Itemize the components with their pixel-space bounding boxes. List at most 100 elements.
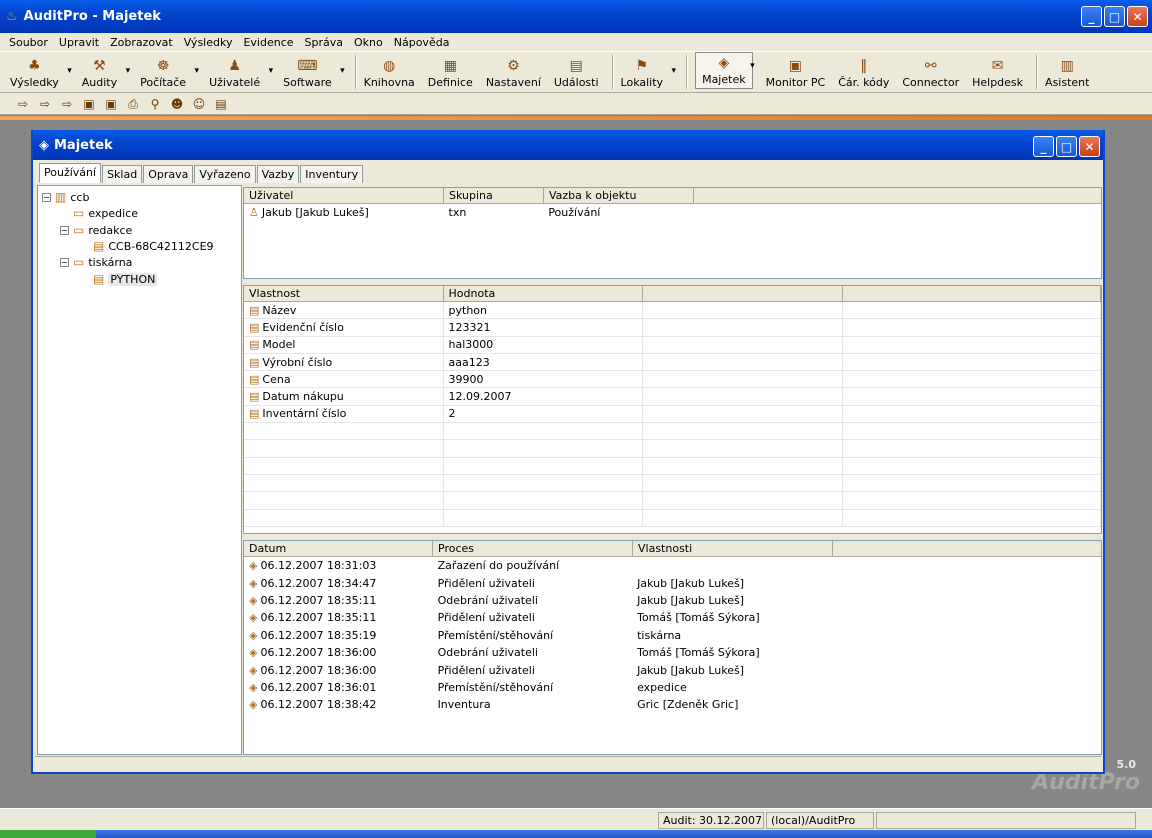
tab-Sklad[interactable]: Sklad <box>102 165 143 183</box>
start-button[interactable] <box>0 830 96 838</box>
users-row[interactable]: ♙ Jakub [Jakub Lukeš] txn Používání <box>244 204 1101 221</box>
toolbar-button-Počítače[interactable]: ☸ Počítače <box>140 58 199 89</box>
history-row[interactable]: ◈ 06.12.2007 18:35:11 Přidělení uživateli T… <box>244 609 1101 626</box>
cell: Přemístění/stěhování <box>433 629 633 642</box>
toolbar-button-Connector[interactable]: ⚯ Connector <box>902 58 959 89</box>
maximize-button[interactable]: □ <box>1104 6 1125 27</box>
props-row[interactable]: ▤ Cena 39900 <box>244 371 1101 389</box>
cell: Zařazení do používání <box>433 559 633 572</box>
props-row[interactable]: ▤ Model hal3000 <box>244 336 1101 354</box>
tab-Používání[interactable]: Používání <box>39 163 102 183</box>
move-asset-icon[interactable]: ⇨ <box>58 96 76 112</box>
toolbar-button-Helpdesk[interactable]: ✉ Helpdesk <box>972 58 1023 89</box>
cell <box>643 423 843 440</box>
calendar2-icon[interactable]: ▣ <box>102 96 120 112</box>
tree-node[interactable]: ▤ CCB-68C42112CE9 <box>80 239 214 253</box>
tree-node[interactable]: − ▭ redakce <box>60 223 132 237</box>
history-row[interactable]: ◈ 06.12.2007 18:38:42 Inventura Gric [Zdeně… <box>244 696 1101 713</box>
toolbar-button-Definice[interactable]: ▦ Definice <box>428 58 473 89</box>
cell <box>444 492 644 509</box>
close-button[interactable]: ✕ <box>1127 6 1148 27</box>
folder-icon: ▭ <box>73 255 85 269</box>
tab-Vazby[interactable]: Vazby <box>256 165 300 183</box>
column-header[interactable]: Skupina <box>444 188 544 203</box>
tab-Vyřazeno[interactable]: Vyřazeno <box>194 165 256 183</box>
toolbar-button-Audity[interactable]: ⚒ Audity <box>82 58 131 89</box>
history-row[interactable]: ◈ 06.12.2007 18:36:00 Přidělení uživateli J… <box>244 661 1101 678</box>
menu-item[interactable]: Nápověda <box>394 36 450 49</box>
history-asset-icon: ◈ <box>249 559 258 573</box>
child-maximize-button[interactable]: □ <box>1056 136 1077 157</box>
menu-item[interactable]: Evidence <box>243 36 293 49</box>
toolbar-button-Výsledky[interactable]: ♣ Výsledky <box>10 58 72 89</box>
expand-toggle[interactable]: − <box>60 225 69 235</box>
menu-item[interactable]: Soubor <box>9 36 48 49</box>
column-header[interactable] <box>643 286 843 301</box>
history-row[interactable]: ◈ 06.12.2007 18:31:03 Zařazení do používán… <box>244 557 1101 574</box>
report-icon[interactable]: ▤ <box>212 96 230 112</box>
tree-node[interactable]: ▤ PYTHON <box>80 272 158 286</box>
new-asset-icon[interactable]: ⇨ <box>14 96 32 112</box>
tree-label: PYTHON <box>108 272 158 286</box>
props-row[interactable]: ▤ Datum nákupu 12.09.2007 <box>244 388 1101 406</box>
history-row[interactable]: ◈ 06.12.2007 18:34:47 Přidělení uživateli J… <box>244 574 1101 591</box>
toolbar-button-Knihovna[interactable]: ◍ Knihovna <box>364 58 415 89</box>
print-icon[interactable]: ⎙ <box>124 96 142 112</box>
column-header[interactable]: Vlastnosti <box>633 541 833 556</box>
column-header[interactable]: Datum <box>244 541 433 556</box>
cell: ♙ Jakub [Jakub Lukeš] <box>244 206 444 219</box>
toolbar-button-Události[interactable]: ▤ Události <box>554 58 599 89</box>
column-header[interactable]: Uživatel <box>244 188 444 203</box>
users-filter-icon[interactable]: ☻ <box>168 96 186 112</box>
history-row[interactable]: ◈ 06.12.2007 18:35:11 Odebrání uživateli Ja… <box>244 592 1101 609</box>
column-header[interactable]: Vazba k objektu <box>544 188 694 203</box>
props-row[interactable]: ▤ Evidenční číslo 123321 <box>244 319 1101 337</box>
toolbar-button-Majetek[interactable]: ◈ Majetek <box>695 52 754 89</box>
column-header[interactable]: Hodnota <box>444 286 644 301</box>
toolbar-button-Monitor PC[interactable]: ▣ Monitor PC <box>766 58 826 89</box>
edit-asset-icon[interactable]: ⇨ <box>36 96 54 112</box>
column-header[interactable]: Vlastnost <box>244 286 444 301</box>
toolbar-button-Asistent[interactable]: ▥ Asistent <box>1045 58 1089 89</box>
tab-Oprava[interactable]: Oprava <box>143 165 194 183</box>
cell: ▤ Cena <box>244 371 444 388</box>
toolbar-button-Uživatelé[interactable]: ♟ Uživatelé <box>209 58 273 89</box>
menu-item[interactable]: Upravit <box>59 36 99 49</box>
toolbar-button-Lokality[interactable]: ⚑ Lokality <box>621 58 676 89</box>
property-icon: ▤ <box>249 372 260 386</box>
cell-text: Tomáš [Tomáš Sýkora] <box>637 646 760 660</box>
tree-node[interactable]: − ▭ tiskárna <box>60 255 132 269</box>
monitor-icon: ▣ <box>788 58 803 74</box>
cell <box>244 423 444 440</box>
menu-item[interactable]: Zobrazovat <box>110 36 173 49</box>
cell <box>843 423 1101 440</box>
tree-label: CCB-68C42112CE9 <box>108 239 214 253</box>
minimize-button[interactable]: _ <box>1081 6 1102 27</box>
history-row[interactable]: ◈ 06.12.2007 18:36:01 Přemístění/stěhování… <box>244 679 1101 696</box>
tab-Inventury[interactable]: Inventury <box>300 165 364 183</box>
expand-toggle[interactable]: − <box>42 192 51 202</box>
history-row[interactable]: ◈ 06.12.2007 18:35:19 Přemístění/stěhování… <box>244 627 1101 644</box>
toolbar-button-Čár. kódy[interactable]: ‖ Čár. kódy <box>838 58 889 89</box>
calendar-icon[interactable]: ▣ <box>80 96 98 112</box>
tree-node[interactable]: − ▥ ccb <box>42 190 89 204</box>
menu-item[interactable]: Výsledky <box>184 36 233 49</box>
props-row[interactable]: ▤ Výrobní číslo aaa123 <box>244 353 1101 372</box>
child-close-button[interactable]: ✕ <box>1079 136 1100 157</box>
column-header[interactable] <box>843 286 1101 301</box>
menu-item[interactable]: Okno <box>354 36 383 49</box>
menu-item[interactable]: Správa <box>305 36 343 49</box>
search-icon[interactable]: ⚲ <box>146 96 164 112</box>
cell-text: 39900 <box>448 372 484 386</box>
history-row[interactable]: ◈ 06.12.2007 18:36:00 Odebrání uživateli To… <box>244 644 1101 661</box>
props-row[interactable]: ▤ Název python <box>244 302 1101 320</box>
tree-node[interactable]: ▭ expedice <box>60 206 138 220</box>
child-minimize-button[interactable]: _ <box>1033 136 1054 157</box>
toolbar-button-Nastavení[interactable]: ⚙ Nastavení <box>486 58 541 89</box>
location-tree[interactable]: − ▥ ccb ▭ expedice − ▭ redakce ▤ CCB-68C42112CE9 −… <box>37 185 242 755</box>
props-row[interactable]: ▤ Inventární číslo 2 <box>244 405 1101 424</box>
toolbar-button-Software[interactable]: ⌨ Software <box>283 58 344 89</box>
column-header[interactable]: Proces <box>433 541 633 556</box>
user-icon[interactable]: ☺ <box>190 96 208 112</box>
expand-toggle[interactable]: − <box>60 257 69 267</box>
